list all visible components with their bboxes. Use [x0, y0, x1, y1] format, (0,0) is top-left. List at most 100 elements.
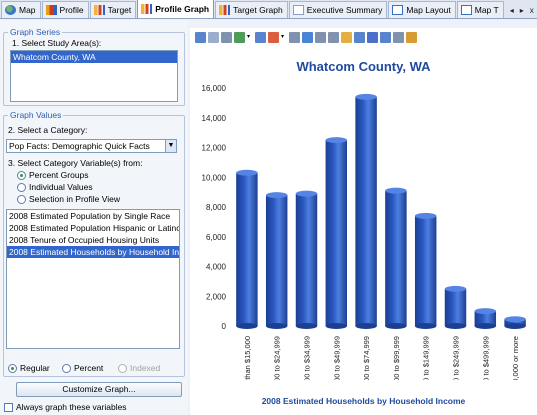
x-tick-label: $500,000 or more [511, 336, 520, 380]
bar-top [265, 192, 288, 199]
checkbox-icon [4, 402, 13, 412]
tab-executive-summary[interactable]: Executive Summary [288, 1, 388, 18]
tab-scroll-left-icon[interactable]: ◂ [510, 6, 514, 15]
radio-individual-values[interactable]: Individual Values [17, 182, 93, 192]
x-tick-label: $35,000 to $49,999 [332, 336, 341, 380]
radio-regular[interactable]: Regular [8, 363, 50, 373]
map-icon [5, 5, 16, 15]
target-chart-icon [93, 5, 105, 15]
legend-icon[interactable] [380, 31, 391, 43]
zoom-box-icon[interactable] [289, 31, 300, 43]
3d-icon[interactable] [341, 31, 352, 43]
bar-base [355, 323, 377, 329]
y-tick-label: 8,000 [206, 203, 227, 212]
chevron-down-icon[interactable]: ▾ [281, 32, 287, 43]
category-select[interactable]: Pop Facts: Demographic Quick Facts ▼ [6, 139, 177, 153]
y-tick-label: 2,000 [206, 292, 227, 301]
x-tick-label: $50,000 to $74,999 [362, 336, 371, 380]
variable-item[interactable]: 2008 Estimated Population by Single Race [7, 210, 179, 222]
radio-icon [118, 363, 127, 373]
variable-item-selected[interactable]: 2008 Estimated Households by Household I… [7, 246, 179, 258]
variable-item[interactable]: 2008 Estimated Population Hispanic or La… [7, 222, 179, 234]
radio-label: Selection in Profile View [29, 194, 121, 204]
category-variable-list[interactable]: 2008 Estimated Population by Single Race… [6, 209, 180, 349]
tab-scroll-right-icon[interactable]: ▸ [520, 6, 524, 15]
bar [355, 96, 377, 326]
move-icon[interactable] [302, 31, 313, 43]
select-variable-source-label: 3. Select Category Variable(s) from: [8, 158, 143, 168]
radio-label: Regular [20, 363, 50, 373]
rotate-right-icon[interactable] [328, 31, 339, 43]
tab-label: Executive Summary [306, 5, 383, 15]
radio-percent[interactable]: Percent [62, 363, 103, 373]
chevron-down-icon[interactable]: ▾ [247, 32, 253, 43]
close-icon[interactable]: x [530, 6, 534, 15]
zoom-icon[interactable] [393, 31, 404, 43]
variable-item[interactable]: 2008 Tenure of Occupied Housing Units [7, 234, 179, 246]
chart-type-icon[interactable] [195, 31, 206, 43]
target-graph-icon [219, 5, 231, 15]
map-layout-icon [460, 5, 472, 15]
bar [385, 190, 407, 326]
bar-top [325, 137, 348, 144]
tab-target[interactable]: Target [89, 1, 137, 18]
rotate-left-icon[interactable] [315, 31, 326, 43]
color-icon[interactable] [268, 31, 279, 43]
view-tab-strip: Map Profile Target Profile Graph Target Grap… [0, 0, 537, 19]
tab-map[interactable]: Map [1, 1, 41, 18]
y-tick-label: 16,000 [202, 84, 227, 93]
tab-profile[interactable]: Profile [41, 1, 89, 18]
tab-profile-graph[interactable]: Profile Graph [137, 0, 215, 18]
bar-base [414, 323, 437, 329]
bar-base [504, 323, 526, 329]
study-area-item[interactable]: Whatcom County, WA [11, 51, 177, 63]
radio-indexed[interactable]: Indexed [118, 363, 160, 373]
bar-top [444, 285, 467, 292]
tab-label: Map [19, 5, 36, 15]
customize-graph-button[interactable]: Customize Graph... [16, 382, 182, 397]
x-tick-label: Less than $15,000 [243, 336, 252, 380]
radio-label: Individual Values [29, 182, 93, 192]
bar [444, 288, 467, 326]
x-tick-label: $15,000 to $24,999 [273, 336, 282, 380]
copy-icon[interactable] [208, 31, 219, 43]
chart-x-axis-title: 2008 Estimated Households by Household I… [261, 396, 466, 406]
bar-top [414, 212, 437, 219]
properties-icon[interactable] [406, 31, 417, 43]
radio-icon [8, 363, 17, 373]
tab-map-layout[interactable]: Map Layout [388, 1, 456, 18]
chevron-down-icon[interactable]: ▼ [165, 140, 176, 152]
study-area-list[interactable]: Whatcom County, WA [10, 50, 178, 102]
bar-base [325, 323, 348, 329]
radio-percent-groups[interactable]: Percent Groups [17, 170, 89, 180]
bar-base [385, 323, 407, 329]
bar-top [474, 308, 497, 315]
radio-icon [17, 182, 26, 192]
radio-label: Indexed [130, 363, 161, 373]
tab-label: Map T [474, 5, 499, 15]
tab-target-graph[interactable]: Target Graph [215, 1, 288, 18]
profile-graph-icon [141, 4, 153, 14]
radio-icon [62, 363, 71, 373]
bar-base [265, 323, 288, 329]
radio-selection-profile-view[interactable]: Selection in Profile View [17, 194, 120, 204]
bar-top [385, 187, 407, 194]
chart-panel: ▾ ▾ Whatcom County, WA 0 2,000 4,000 6,000 8,… [190, 28, 537, 415]
x-tick-label: $25,000 to $34,999 [303, 336, 312, 380]
select-category-label: 2. Select a Category: [8, 125, 88, 135]
table-icon[interactable] [255, 31, 266, 43]
bar-base [474, 323, 497, 329]
gridlines-icon[interactable] [367, 31, 378, 43]
bar-chart-icon[interactable] [234, 31, 245, 43]
tab-map-t[interactable]: Map T [456, 1, 504, 18]
chart-title: Whatcom County, WA [296, 59, 431, 74]
bar [325, 140, 348, 326]
y-tick-label: 14,000 [202, 114, 227, 123]
print-icon[interactable] [221, 31, 232, 43]
bar-chart: 0 2,000 4,000 6,000 8,000 10,000 12,000 14,000 1… [202, 84, 526, 380]
always-graph-checkbox[interactable]: Always graph these variables [4, 402, 127, 412]
chart-wizard-icon[interactable] [354, 31, 365, 43]
graph-series-title: Graph Series [8, 27, 63, 37]
bar [265, 195, 288, 326]
chart-toolbar: ▾ ▾ [190, 28, 537, 46]
